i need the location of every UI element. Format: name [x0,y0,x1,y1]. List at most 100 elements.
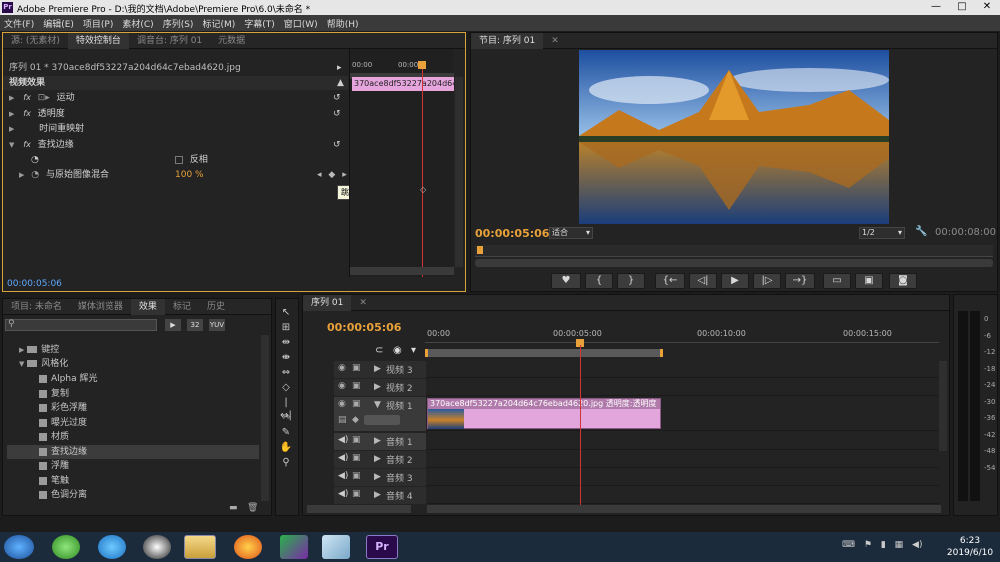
ripple-edit-tool-icon[interactable]: ⇹ [279,336,293,349]
effect-row-find-edges[interactable]: ▼ fx 查找边缘 [9,138,74,152]
expand-arrow-icon[interactable]: ▶ [374,454,381,464]
track-select-tool-icon[interactable]: ⊞ [279,321,293,334]
speaker-icon[interactable]: ◀) [338,489,348,499]
lock-icon[interactable]: ▣ [352,489,361,499]
track-header-a2[interactable]: ◀) ▣ ▶ 音频 2 [334,451,426,468]
track-header-v1[interactable]: ◉ ▣ ▼ 视频 1 ▤ ◆ [334,397,426,431]
track-header-v2[interactable]: ◉ ▣ ▶ 视频 2 [334,379,426,396]
hand-tool-icon[interactable]: ✋ [279,441,293,454]
step-back-button[interactable]: ◁| [689,273,717,289]
keyframe-diamond-icon[interactable]: ◇ [420,185,426,194]
go-to-in-button[interactable]: {← [655,273,685,289]
expand-arrow-icon[interactable]: ▶ [374,490,381,500]
track-header-v3[interactable]: ◉ ▣ ▶ 视频 3 [334,361,426,378]
menu-clip[interactable]: 素材(C) [122,17,153,30]
list-item-folder[interactable]: ▶ 键控 [19,343,59,357]
list-item-effect[interactable]: Alpha 辉光 [39,372,97,386]
vertical-scrollbar[interactable] [261,335,269,501]
program-playhead[interactable] [477,246,483,254]
mini-scrollbar[interactable] [350,267,454,275]
rate-stretch-tool-icon[interactable]: ⇔ [279,366,293,379]
list-item-folder[interactable]: ▼ 风格化 [19,357,68,371]
clip-fx-dropdown[interactable]: 透明度:透明度 [606,399,657,408]
expand-arrow-icon[interactable]: ▶ [9,125,14,133]
collapse-arrow-icon[interactable]: ▼ [9,141,14,149]
effect-row-opacity[interactable]: ▶ fx 透明度 [9,107,65,121]
display-style-icon[interactable]: ▤ [338,415,347,425]
volume-icon[interactable]: ◀) [912,540,922,550]
video-clip[interactable]: 370ace8df53227a204d64c76ebad4620.jpg 透明度… [427,398,661,429]
list-item-effect-selected[interactable]: 查找边缘 [7,445,259,459]
fit-dropdown[interactable]: 适合 ▾ [549,227,593,239]
effect-row-motion[interactable]: ▶ fx ⊡▸ 运动 [9,91,75,105]
firefox-icon[interactable] [234,535,262,559]
tab-markers[interactable]: 标记 [165,299,199,315]
battery-icon[interactable]: ▮ [881,540,886,550]
resolution-dropdown[interactable]: 1/2 ▾ [859,227,905,239]
effect-row-time-remap[interactable]: ▶ 时间重映射 [9,122,84,136]
reset-icon[interactable]: ↺ [333,107,341,121]
file-explorer-icon[interactable] [184,535,216,559]
accelerated-effects-chip[interactable]: ▶ [165,319,181,331]
tab-close-icon[interactable]: ✕ [543,33,567,49]
slide-tool-icon[interactable]: ⇿ [279,411,293,424]
program-ruler[interactable] [475,245,993,257]
speaker-icon[interactable]: ◀) [338,471,348,481]
eye-icon[interactable]: ◉ [338,399,346,409]
track-header-a3[interactable]: ◀) ▣ ▶ 音频 3 [334,469,426,486]
pen-tool-icon[interactable]: ✎ [279,426,293,439]
selection-tool-icon[interactable]: ↖ [279,306,293,319]
playhead-handle[interactable] [418,61,426,69]
effects-search-input[interactable]: ⚲ [5,319,157,331]
ie-browser-icon[interactable] [98,535,126,559]
slip-tool-icon[interactable]: |↔| [279,396,293,421]
invert-checkbox-row[interactable]: 反相 [175,153,208,167]
menu-file[interactable]: 文件(F) [4,17,34,30]
zoom-tool-icon[interactable]: ⚲ [279,456,293,469]
play-only-arrow-icon[interactable]: ▸ [337,61,342,75]
menu-sequence[interactable]: 序列(S) [163,17,194,30]
menu-help[interactable]: 帮助(H) [327,17,359,30]
keyboard-icon[interactable]: ⌨ [842,540,855,550]
stopwatch-icon[interactable]: ◔ [31,170,39,180]
maximize-button[interactable]: □ [950,0,974,15]
invert-checkbox[interactable] [175,155,183,164]
expand-arrow-icon[interactable]: ▶ [374,364,381,374]
tab-close-icon[interactable]: ✕ [351,295,375,311]
tab-audio-mixer[interactable]: 调音台: 序列 01 [129,33,210,49]
lock-icon[interactable]: ▣ [352,399,361,409]
track-header-a4[interactable]: ◀) ▣ ▶ 音频 4 [334,487,426,504]
32bit-effects-chip[interactable]: 32 [187,319,203,331]
settings-wrench-icon[interactable]: 🔧 [915,226,927,237]
collapse-up-icon[interactable]: ▲ [337,76,344,90]
add-keyframe-icon[interactable]: ◆ [328,170,335,180]
lock-icon[interactable]: ▣ [352,435,361,445]
snap-icon[interactable]: ⊂ [375,345,383,356]
eye-icon[interactable]: ◉ [338,381,346,391]
mini-clip[interactable]: 370ace8df53227a204d64c7 [352,77,454,91]
next-keyframe-icon[interactable]: ▸ [342,170,347,180]
menu-marker[interactable]: 标记(M) [202,17,235,30]
list-item-effect[interactable]: 曝光过度 [39,416,87,430]
fx-toggle-icon[interactable]: fx [23,140,31,149]
tab-sequence[interactable]: 序列 01 [303,294,352,311]
speaker-icon[interactable]: ◀) [338,453,348,463]
vertical-scrollbar[interactable] [455,77,463,267]
export-frame-button[interactable]: ◙ [889,273,917,289]
lock-icon[interactable]: ▣ [352,471,361,481]
qq-icon[interactable] [143,535,171,559]
blend-value[interactable]: 100 % [175,168,204,182]
blend-row[interactable]: ▶ ◔ 与原始图像混合 [19,168,109,182]
collapse-arrow-icon[interactable]: ▼ [374,400,381,410]
menu-project[interactable]: 项目(P) [83,17,113,30]
tab-project[interactable]: 项目: 未命名 [3,299,70,315]
go-to-out-button[interactable]: →} [785,273,815,289]
mark-out-button[interactable]: } [617,273,645,289]
rolling-edit-tool-icon[interactable]: ⇼ [279,351,293,364]
razor-tool-icon[interactable]: ◇ [279,381,293,394]
360-browser-icon[interactable] [52,535,80,559]
flag-icon[interactable]: ⚑ [864,540,872,550]
tab-history[interactable]: 历史 [199,299,233,315]
eye-icon[interactable]: ◉ [338,363,346,373]
marker-icon[interactable]: ▾ [411,345,416,356]
